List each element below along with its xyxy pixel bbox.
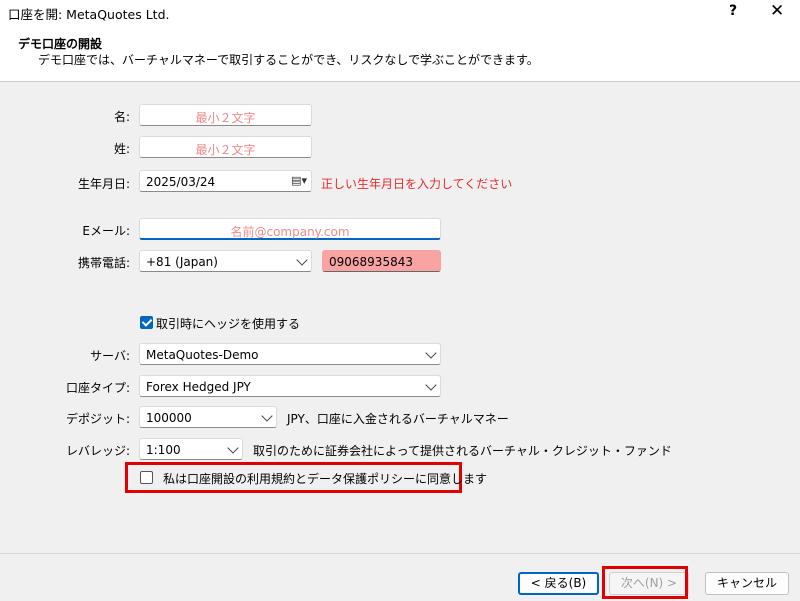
chevron-down-icon [261,410,273,422]
calendar-icon[interactable]: ▤▾ [291,174,307,187]
footer-divider [0,553,800,554]
email-label: Eメール: [82,224,130,238]
next-highlight-box [602,566,688,599]
first-name-label: 名: [113,110,130,124]
window-title: 口座を開: MetaQuotes Ltd. [8,7,170,22]
phone-number-input[interactable]: 09068935843 [322,250,441,272]
hedge-label: 取引時にヘッジを使用する [156,317,301,331]
hedge-checkbox[interactable] [140,316,153,329]
last-name-label: 姓: [113,142,130,156]
leverage-select[interactable]: 1:100 [139,438,243,460]
deposit-value: 100000 [146,411,192,425]
first-name-input[interactable]: 最小２文字 [139,104,312,126]
server-select[interactable]: MetaQuotes-Demo [139,343,441,365]
account-type-value: Forex Hedged JPY [146,380,251,394]
server-value: MetaQuotes-Demo [146,348,259,362]
phone-country-value: +81 (Japan) [146,255,218,269]
deposit-combobox[interactable]: 100000 [139,406,277,428]
page-title: デモ口座の開設 [18,37,103,51]
title-bar: 口座を開: MetaQuotes Ltd. ? ✕ [0,0,800,26]
phone-country-select[interactable]: +81 (Japan) [139,250,312,272]
server-label: サーバ: [90,349,130,363]
chevron-down-icon [227,442,239,454]
account-type-label: 口座タイプ: [65,381,130,395]
email-input[interactable]: 名前@company.com [139,218,441,240]
deposit-label: デポジット: [65,412,130,426]
help-button[interactable]: ? [729,3,737,19]
chevron-down-icon [296,254,308,266]
leverage-label: レバレッジ: [65,444,130,458]
agreement-checkbox[interactable] [140,471,153,484]
leverage-value: 1:100 [146,443,181,457]
birthdate-label: 生年月日: [77,177,130,191]
deposit-note: JPY、口座に入金されるバーチャルマネー [287,412,509,426]
back-button[interactable]: < 戻る(B) [518,572,599,595]
birthdate-picker[interactable]: 2025/03/24 ▤▾ [139,170,312,192]
chevron-down-icon [425,379,437,391]
birthdate-error: 正しい生年月日を入力してください [321,177,513,191]
wizard-header: デモ口座の開設 デモ口座では、バーチャルマネーで取引することができ、リスクなしで… [0,26,800,82]
chevron-down-icon [425,347,437,359]
page-subtitle: デモ口座では、バーチャルマネーで取引することができ、リスクなしで学ぶことができま… [38,53,539,67]
last-name-input[interactable]: 最小２文字 [139,136,312,158]
agreement-label: 私は口座開設の利用規約とデータ保護ポリシーに同意します [163,472,488,486]
cancel-button[interactable]: キャンセル [705,572,789,595]
birthdate-value: 2025/03/24 [146,175,216,189]
leverage-note: 取引のために証券会社によって提供されるバーチャル・クレジット・ファンド [253,444,672,458]
account-type-select[interactable]: Forex Hedged JPY [139,375,441,397]
phone-label: 携帯電話: [77,256,130,270]
close-button[interactable]: ✕ [770,1,784,21]
